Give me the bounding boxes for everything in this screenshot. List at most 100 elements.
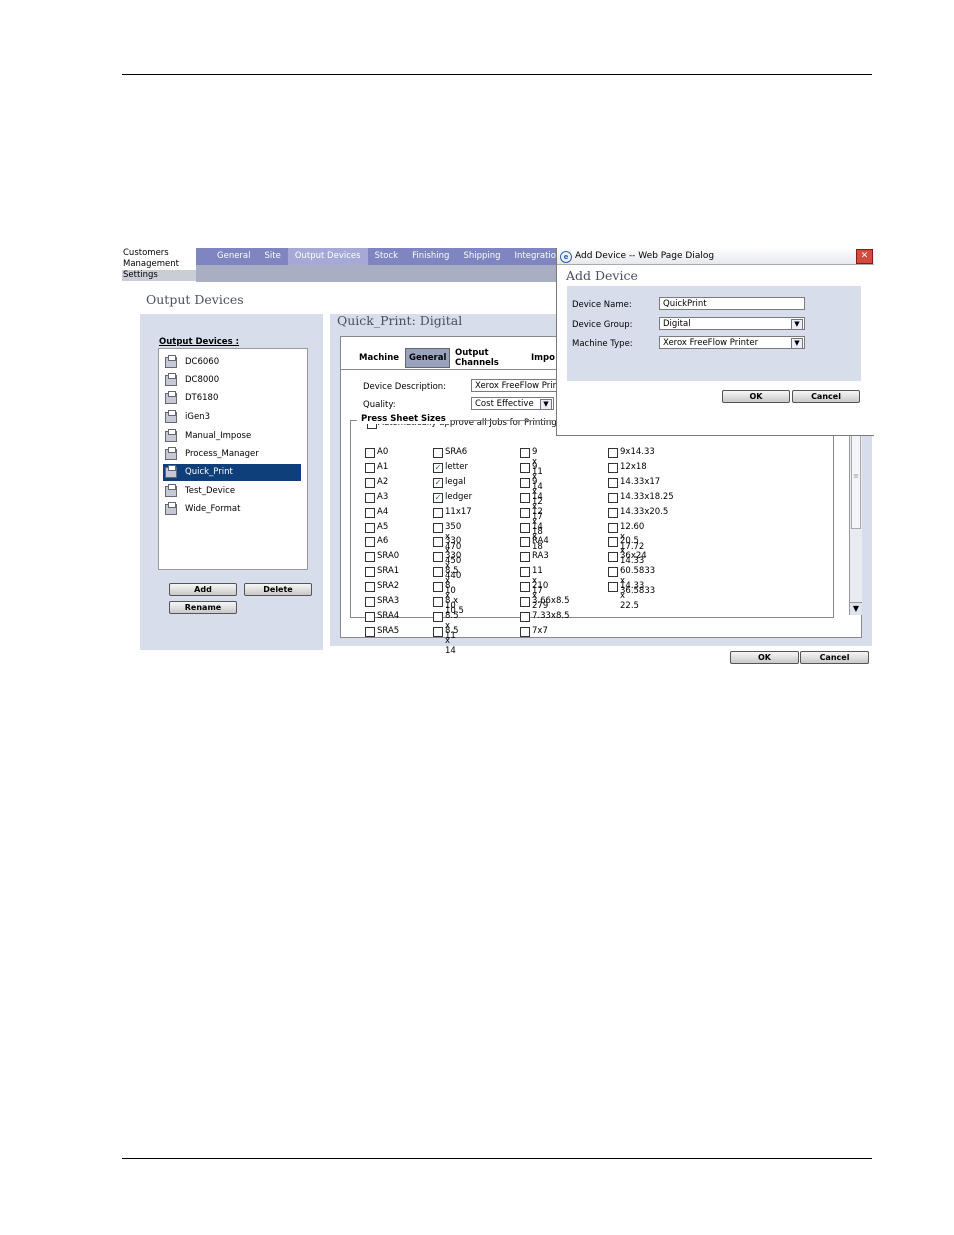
size-checkbox[interactable]	[365, 507, 375, 518]
size-checkbox[interactable]	[365, 626, 375, 637]
delete-button[interactable]: Delete	[244, 583, 312, 596]
size-checkbox[interactable]	[520, 567, 530, 578]
size-checkbox[interactable]	[608, 492, 618, 503]
ok-button[interactable]: OK	[730, 651, 799, 664]
list-item[interactable]: Wide_Format	[163, 501, 301, 518]
size-checkbox[interactable]	[520, 537, 530, 548]
size-checkbox[interactable]	[433, 597, 443, 607]
size-checkbox[interactable]	[365, 552, 375, 563]
size-checkbox[interactable]	[365, 611, 375, 622]
tab-general[interactable]: General	[405, 348, 451, 368]
device-description-input[interactable]: Xerox FreeFlow Prin	[471, 379, 559, 392]
quality-select[interactable]: Cost Effective ▼	[471, 397, 554, 410]
machine-type-select[interactable]: Xerox FreeFlow Printer ▼	[659, 336, 805, 349]
chevron-down-icon[interactable]: ▼	[540, 399, 552, 409]
size-label: A5	[377, 521, 389, 532]
size-checkbox[interactable]	[520, 492, 530, 503]
nav-tab-stock[interactable]: Stock	[368, 248, 406, 265]
output-devices-list[interactable]: DC6060 DC8000 DT6180 iGen3 Manual_Impose…	[158, 348, 308, 570]
printer-icon	[165, 465, 177, 478]
size-checkbox[interactable]	[608, 477, 618, 488]
category-management[interactable]: Management	[122, 259, 196, 270]
size-checkbox[interactable]	[608, 507, 618, 518]
list-item[interactable]: DC6060	[163, 354, 301, 371]
list-item[interactable]: DT6180	[163, 390, 301, 407]
size-checkbox[interactable]: ✓	[433, 462, 443, 473]
nav-tab-general[interactable]: General	[210, 248, 258, 265]
sizes-scrollbar[interactable]: ≡ ▼	[849, 421, 862, 615]
size-checkbox[interactable]	[365, 462, 375, 473]
list-item-selected[interactable]: Quick_Print	[163, 464, 301, 481]
size-checkbox[interactable]	[520, 611, 530, 622]
size-label: A4	[377, 506, 389, 517]
size-checkbox[interactable]	[520, 626, 530, 637]
size-checkbox[interactable]	[520, 582, 530, 593]
dialog-ok-button[interactable]: OK	[722, 390, 790, 403]
size-checkbox[interactable]	[365, 448, 375, 458]
size-checkbox[interactable]	[608, 448, 618, 458]
size-checkbox[interactable]	[433, 537, 443, 548]
size-checkbox[interactable]	[608, 462, 618, 473]
size-label: SRA5	[377, 625, 400, 636]
device-group-select[interactable]: Digital ▼	[659, 317, 805, 330]
size-checkbox[interactable]	[433, 507, 443, 518]
scrollbar-thumb[interactable]: ≡	[851, 421, 861, 529]
size-checkbox[interactable]	[365, 567, 375, 578]
size-checkbox[interactable]	[608, 582, 618, 593]
size-label: SRA1	[377, 566, 400, 577]
size-label: SRA3	[377, 596, 400, 606]
nav-tab-shipping[interactable]: Shipping	[456, 248, 507, 265]
size-checkbox[interactable]	[520, 448, 530, 458]
output-devices-panel: Output Devices : DC6060 DC8000 DT6180 iG…	[140, 314, 323, 650]
nav-tab-output-devices[interactable]: Output Devices	[287, 248, 368, 265]
tab-impose[interactable]: Impo	[531, 353, 555, 363]
close-icon[interactable]: ✕	[856, 249, 873, 264]
list-item[interactable]: iGen3	[163, 409, 301, 426]
tab-output-channels[interactable]: Output Channels	[455, 348, 499, 368]
list-item[interactable]: Test_Device	[163, 483, 301, 500]
size-checkbox[interactable]	[433, 626, 443, 637]
chevron-down-icon[interactable]: ▼	[850, 602, 862, 615]
size-checkbox[interactable]	[608, 537, 618, 548]
tab-machine[interactable]: Machine	[359, 353, 399, 363]
size-checkbox[interactable]	[365, 537, 375, 548]
category-customers[interactable]: Customers	[122, 248, 196, 259]
rename-button[interactable]: Rename	[169, 601, 237, 614]
category-settings[interactable]: Settings	[122, 270, 196, 281]
printer-icon	[165, 502, 177, 515]
size-checkbox[interactable]	[433, 582, 443, 593]
size-checkbox[interactable]	[365, 477, 375, 488]
chevron-down-icon[interactable]: ▼	[791, 338, 803, 348]
size-checkbox[interactable]	[520, 552, 530, 563]
size-checkbox[interactable]	[520, 597, 530, 607]
nav-tab-site[interactable]: Site	[258, 248, 288, 265]
list-item[interactable]: Process_Manager	[163, 446, 301, 463]
size-checkbox[interactable]	[365, 582, 375, 593]
size-checkbox[interactable]	[433, 552, 443, 563]
size-checkbox[interactable]	[433, 611, 443, 622]
list-item[interactable]: Manual_Impose	[163, 428, 301, 445]
size-checkbox[interactable]	[608, 567, 618, 578]
size-checkbox[interactable]	[608, 522, 618, 533]
size-checkbox[interactable]	[520, 462, 530, 473]
list-item[interactable]: DC8000	[163, 372, 301, 389]
size-checkbox[interactable]: ✓	[433, 492, 443, 503]
device-name-input[interactable]: QuickPrint	[659, 297, 805, 310]
size-checkbox[interactable]	[365, 597, 375, 607]
cancel-button[interactable]: Cancel	[800, 651, 869, 664]
size-checkbox[interactable]	[520, 477, 530, 488]
size-checkbox[interactable]	[365, 522, 375, 533]
add-button[interactable]: Add	[169, 583, 237, 596]
chevron-down-icon[interactable]: ▼	[791, 319, 803, 329]
dialog-cancel-button[interactable]: Cancel	[792, 390, 860, 403]
size-checkbox[interactable]	[608, 552, 618, 563]
size-label: 3.66x8.5	[532, 596, 570, 606]
size-checkbox[interactable]	[433, 522, 443, 533]
size-checkbox[interactable]	[433, 448, 443, 458]
nav-tab-finishing[interactable]: Finishing	[405, 248, 456, 265]
size-checkbox[interactable]	[433, 567, 443, 578]
size-checkbox[interactable]	[520, 507, 530, 518]
size-checkbox[interactable]	[365, 492, 375, 503]
size-checkbox[interactable]	[520, 522, 530, 533]
size-checkbox[interactable]: ✓	[433, 477, 443, 488]
